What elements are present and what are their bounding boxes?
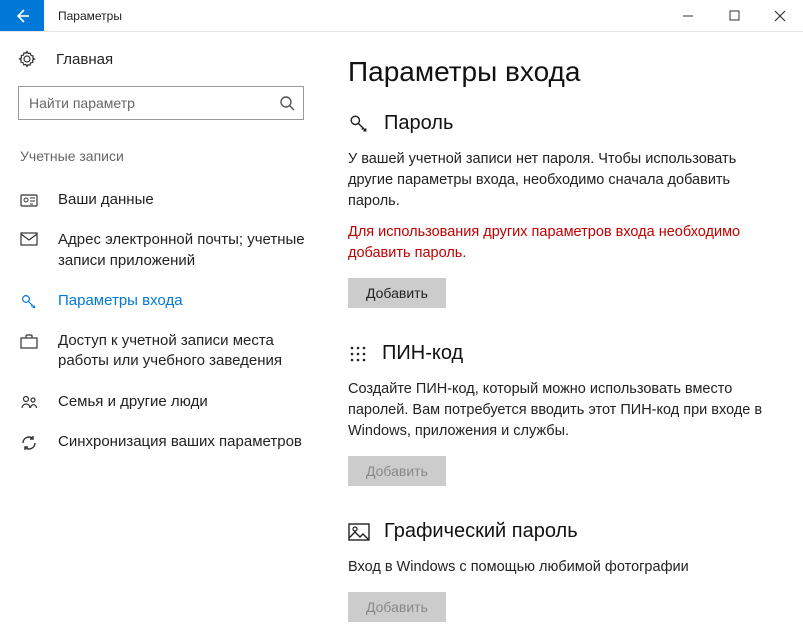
mail-icon [20,230,38,246]
search-icon [279,95,295,111]
nav-item-email-accounts[interactable]: Адрес электронной почты; учетные записи … [18,220,318,281]
section-pin: ПИН-код Создайте ПИН-код, который можно … [348,342,775,486]
sidebar: Главная Учетные записи Ваши данные Адрес… [0,32,330,633]
add-pin-button[interactable]: Добавить [348,456,446,486]
section-heading: ПИН-код [382,342,463,365]
section-heading: Пароль [384,112,453,135]
window-title: Параметры [44,0,136,31]
minimize-button[interactable] [665,0,711,31]
nav-item-label: Ваши данные [58,190,314,210]
section-heading: Графический пароль [384,520,578,543]
nav-item-label: Синхронизация ваших параметров [58,432,314,452]
add-password-button[interactable]: Добавить [348,278,446,308]
nav-item-label: Адрес электронной почты; учетные записи … [58,230,314,271]
section-warning: Для использования других параметров вход… [348,222,775,264]
nav-item-family[interactable]: Семья и другие люди [18,382,318,422]
nav-item-sync[interactable]: Синхронизация ваших параметров [18,422,318,462]
arrow-left-icon [14,8,30,24]
section-password: Пароль У вашей учетной записи нет пароля… [348,112,775,308]
content: Параметры входа Пароль У вашей учетной з… [330,32,803,633]
nav-list: Ваши данные Адрес электронной почты; уче… [18,180,320,462]
search-input[interactable] [29,95,279,111]
nav-item-label: Доступ к учетной записи места работы или… [58,331,314,372]
briefcase-icon [20,331,38,349]
section-description: У вашей учетной записи нет пароля. Чтобы… [348,149,775,212]
nav-item-your-info[interactable]: Ваши данные [18,180,318,220]
id-card-icon [20,190,38,208]
nav-item-work-school[interactable]: Доступ к учетной записи места работы или… [18,321,318,382]
titlebar: Параметры [0,0,803,32]
section-description: Создайте ПИН-код, который можно использо… [348,379,775,442]
maximize-icon [729,10,740,21]
gear-icon [18,50,36,68]
section-description: Вход в Windows с помощью любимой фотогра… [348,557,775,578]
sync-icon [20,432,38,452]
nav-home-label: Главная [56,51,113,68]
section-picture-password: Графический пароль Вход в Windows с помо… [348,520,775,622]
nav-item-signin-options[interactable]: Параметры входа [18,281,318,321]
picture-icon [348,523,370,541]
page-title: Параметры входа [348,56,775,88]
sidebar-group-header: Учетные записи [18,148,320,164]
key-icon [20,291,38,311]
keypad-icon [348,344,368,364]
close-icon [774,10,786,22]
minimize-icon [682,10,694,22]
nav-home[interactable]: Главная [18,50,320,68]
key-icon [348,113,370,135]
maximize-button[interactable] [711,0,757,31]
people-icon [20,392,38,410]
close-button[interactable] [757,0,803,31]
nav-item-label: Семья и другие люди [58,392,314,412]
add-picture-password-button[interactable]: Добавить [348,592,446,622]
back-button[interactable] [0,0,44,31]
nav-item-label: Параметры входа [58,291,314,311]
search-box[interactable] [18,86,304,120]
